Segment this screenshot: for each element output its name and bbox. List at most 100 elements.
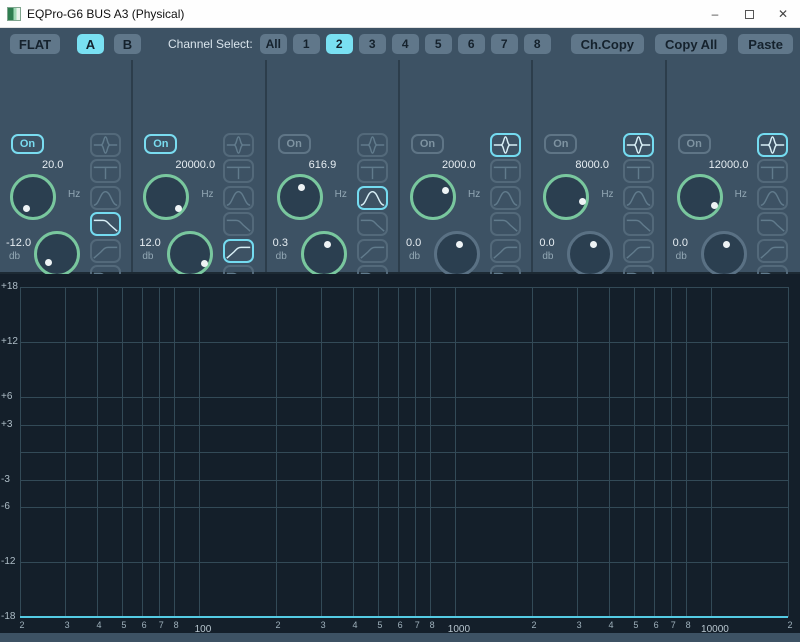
- paste-button[interactable]: Paste: [738, 34, 793, 54]
- eq-band-1: On20.0Hz-12.0db8.5Q: [0, 60, 133, 272]
- band-on-button[interactable]: On: [544, 134, 577, 154]
- minimize-button[interactable]: –: [698, 0, 732, 28]
- response-curve: [0, 274, 800, 642]
- gain-value: 0.3: [273, 237, 288, 249]
- bandpass-icon: [92, 188, 119, 208]
- flat-button[interactable]: FLAT: [10, 34, 60, 54]
- band-on-button[interactable]: On: [144, 134, 177, 154]
- highpass-icon: [225, 241, 252, 261]
- notch-filter-button[interactable]: [357, 159, 388, 183]
- ch-copy-button[interactable]: Ch.Copy: [571, 34, 644, 54]
- app-icon: [7, 7, 21, 21]
- highpass-filter-button[interactable]: [757, 239, 788, 263]
- peak-filter-button[interactable]: [223, 133, 254, 157]
- bandpass-filter-button[interactable]: [623, 186, 654, 210]
- gain-knob[interactable]: [567, 231, 613, 277]
- knob-pointer-dot: [324, 241, 331, 248]
- notch-filter-button[interactable]: [223, 159, 254, 183]
- band-on-button[interactable]: On: [411, 134, 444, 154]
- channel-button-7[interactable]: 7: [491, 34, 518, 54]
- lowpass-icon: [359, 214, 386, 234]
- freq-knob[interactable]: [410, 174, 456, 220]
- maximize-button[interactable]: [732, 0, 766, 28]
- highpass-icon: [359, 241, 386, 261]
- eq-band-2: On20000.0Hz12.0db20.1Q: [133, 60, 266, 272]
- notch-filter-button[interactable]: [757, 159, 788, 183]
- eq-band-6: On12000.0Hz0.0db3.0Q: [667, 60, 800, 272]
- freq-knob[interactable]: [543, 174, 589, 220]
- notch-icon: [625, 161, 652, 181]
- bandpass-filter-button[interactable]: [223, 186, 254, 210]
- bandpass-icon: [759, 188, 786, 208]
- lowpass-filter-button[interactable]: [223, 212, 254, 236]
- highpass-filter-button[interactable]: [357, 239, 388, 263]
- freq-knob[interactable]: [143, 174, 189, 220]
- peak-filter-button[interactable]: [90, 133, 121, 157]
- gain-knob[interactable]: [167, 231, 213, 277]
- copy-all-button[interactable]: Copy All: [655, 34, 727, 54]
- gain-knob[interactable]: [301, 231, 347, 277]
- knob-pointer-dot: [456, 241, 463, 248]
- freq-knob[interactable]: [277, 174, 323, 220]
- channel-button-all[interactable]: All: [260, 34, 287, 54]
- lowpass-filter-button[interactable]: [623, 212, 654, 236]
- freq-knob[interactable]: [10, 174, 56, 220]
- eq-window: EQPro-G6 BUS A3 (Physical) – ✕ FLAT AB C…: [0, 0, 800, 642]
- ab-selector: AB: [77, 34, 141, 54]
- ab-button-b[interactable]: B: [114, 34, 141, 54]
- lowpass-filter-button[interactable]: [490, 212, 521, 236]
- gain-knob[interactable]: [434, 231, 480, 277]
- highpass-filter-button[interactable]: [490, 239, 521, 263]
- channel-button-2[interactable]: 2: [326, 34, 353, 54]
- bandpass-filter-button[interactable]: [357, 186, 388, 210]
- ab-button-a[interactable]: A: [77, 34, 104, 54]
- bandpass-filter-button[interactable]: [90, 186, 121, 210]
- gain-unit-label: db: [676, 251, 687, 262]
- freq-knob[interactable]: [677, 174, 723, 220]
- lowpass-filter-button[interactable]: [90, 212, 121, 236]
- channel-buttons: All 12345678: [260, 34, 551, 54]
- channel-button-1[interactable]: 1: [293, 34, 320, 54]
- notch-filter-button[interactable]: [623, 159, 654, 183]
- notch-icon: [492, 161, 519, 181]
- channel-button-6[interactable]: 6: [458, 34, 485, 54]
- highpass-icon: [759, 241, 786, 261]
- toolbar: FLAT AB Channel Select: All12345678 Ch.C…: [0, 28, 800, 60]
- channel-button-3[interactable]: 3: [359, 34, 386, 54]
- highpass-filter-button[interactable]: [90, 239, 121, 263]
- band-on-button[interactable]: On: [11, 134, 44, 154]
- gain-knob[interactable]: [34, 231, 80, 277]
- channel-button-8[interactable]: 8: [524, 34, 551, 54]
- highpass-filter-button[interactable]: [223, 239, 254, 263]
- close-button[interactable]: ✕: [766, 0, 800, 28]
- notch-icon: [92, 161, 119, 181]
- peak-filter-button[interactable]: [490, 133, 521, 157]
- peak-icon: [759, 135, 786, 155]
- gain-knob[interactable]: [701, 231, 747, 277]
- band-on-button[interactable]: On: [278, 134, 311, 154]
- notch-filter-button[interactable]: [90, 159, 121, 183]
- peak-filter-button[interactable]: [757, 133, 788, 157]
- notch-icon: [759, 161, 786, 181]
- bandpass-filter-button[interactable]: [757, 186, 788, 210]
- title-bar: EQPro-G6 BUS A3 (Physical) – ✕: [0, 0, 800, 28]
- highpass-filter-button[interactable]: [623, 239, 654, 263]
- bandpass-filter-button[interactable]: [490, 186, 521, 210]
- band-on-button[interactable]: On: [678, 134, 711, 154]
- notch-filter-button[interactable]: [490, 159, 521, 183]
- gain-unit-label: db: [276, 251, 287, 262]
- gain-unit-label: db: [142, 251, 153, 262]
- knob-pointer-dot: [45, 259, 52, 266]
- lowpass-filter-button[interactable]: [757, 212, 788, 236]
- bandpass-icon: [492, 188, 519, 208]
- peak-filter-button[interactable]: [357, 133, 388, 157]
- lowpass-filter-button[interactable]: [357, 212, 388, 236]
- freq-value: 8000.0: [575, 159, 609, 171]
- channel-button-4[interactable]: 4: [392, 34, 419, 54]
- freq-unit-label: Hz: [335, 189, 347, 200]
- gain-value: 0.0: [406, 237, 421, 249]
- channel-button-5[interactable]: 5: [425, 34, 452, 54]
- peak-filter-button[interactable]: [623, 133, 654, 157]
- gain-value: -12.0: [6, 237, 31, 249]
- peak-icon: [359, 135, 386, 155]
